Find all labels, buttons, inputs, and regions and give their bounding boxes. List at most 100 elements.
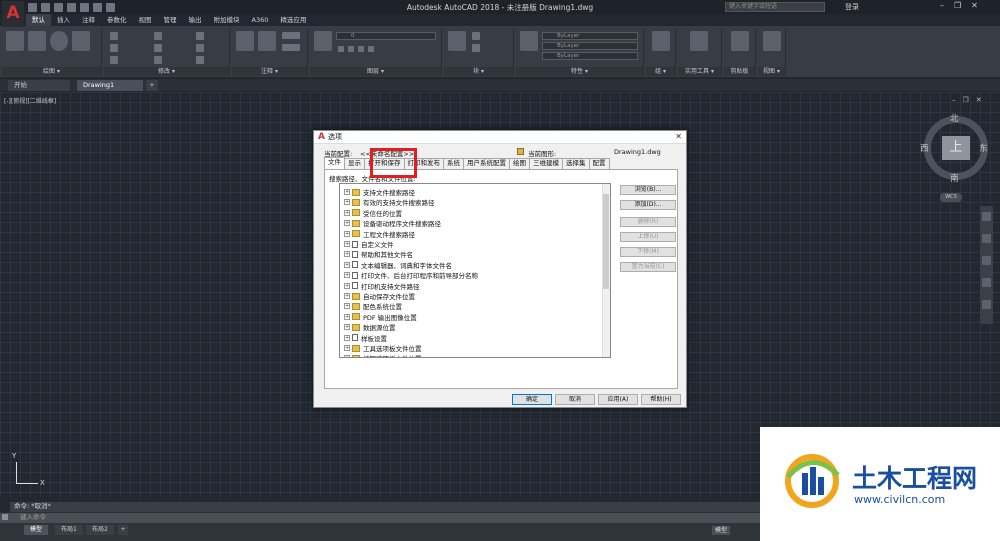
ribbon-tab-featured[interactable]: 精选应用	[274, 14, 312, 26]
tree-scrollbar-thumb[interactable]	[603, 194, 609, 289]
leader-icon[interactable]	[282, 32, 300, 39]
ribbon-tab-insert[interactable]: 插入	[51, 14, 76, 26]
tree-item[interactable]: + 工程文件搜索路径	[344, 229, 415, 239]
tab-3d-modeling[interactable]: 三维建模	[529, 158, 563, 169]
tree-item[interactable]: + 文本编辑器、词典和字体文件名	[344, 260, 452, 270]
tab-drawing1[interactable]: Drawing1	[77, 80, 143, 91]
tree-item[interactable]: + 工具选项板文件位置	[344, 343, 422, 353]
stretch-icon[interactable]	[110, 56, 118, 64]
model-space-toggle[interactable]: 模型	[712, 526, 731, 535]
help-button[interactable]: 帮助(H)	[641, 394, 681, 405]
trim-icon[interactable]	[196, 32, 204, 40]
showmotion-icon[interactable]	[982, 300, 991, 309]
viewport-controls-label[interactable]: [-][俯视][二维线框]	[4, 96, 56, 105]
tree-item[interactable]: + 设备驱动程序文件搜索路径	[344, 218, 441, 228]
layers-panel-label[interactable]: 图层 ▾	[310, 67, 441, 76]
compass-north[interactable]: 北	[950, 112, 959, 124]
drawing-minimize-icon[interactable]: –	[952, 96, 956, 104]
tree-item[interactable]: + 数据源位置	[344, 322, 396, 332]
expand-icon[interactable]: +	[344, 230, 350, 237]
cancel-button[interactable]: 取消	[555, 394, 595, 405]
properties-panel-label[interactable]: 特性 ▾	[516, 67, 643, 76]
close-icon[interactable]: ✕	[971, 1, 978, 10]
tab-display[interactable]: 显示	[344, 158, 365, 169]
pan-icon[interactable]	[982, 234, 991, 243]
tab-system[interactable]: 系统	[443, 158, 464, 169]
expand-icon[interactable]: +	[344, 334, 350, 341]
polyline-icon[interactable]	[28, 31, 46, 51]
command-close-icon[interactable]	[2, 514, 8, 520]
tab-selection[interactable]: 选择集	[562, 158, 590, 169]
ribbon-tab-home[interactable]: 默认	[26, 14, 51, 26]
view-panel-label[interactable]: 视图 ▾	[758, 67, 785, 76]
arc-icon[interactable]	[72, 31, 90, 51]
annotation-panel-label[interactable]: 注释 ▾	[232, 67, 307, 76]
dialog-close-icon[interactable]: ✕	[675, 132, 682, 142]
layer-tool-icon[interactable]	[358, 46, 364, 52]
tab-drafting[interactable]: 绘图	[509, 158, 530, 169]
tree-item[interactable]: + 自动保存文件位置	[344, 291, 415, 301]
remove-button[interactable]: 删除(R)	[620, 217, 676, 227]
layer-tool-icon[interactable]	[368, 46, 374, 52]
edit-block-icon[interactable]	[472, 44, 480, 52]
move-icon[interactable]	[110, 32, 118, 40]
expand-icon[interactable]: +	[344, 293, 350, 299]
paste-icon[interactable]	[731, 31, 749, 51]
tree-item[interactable]: + 打印机支持文件路径	[344, 281, 420, 291]
tree-item[interactable]: + PDF 输出图像位置	[344, 312, 417, 322]
mirror-icon[interactable]	[154, 44, 162, 52]
layer-tool-icon[interactable]	[338, 46, 344, 52]
tab-files[interactable]: 文件	[324, 157, 345, 169]
tree-item[interactable]: + 配色系统位置	[344, 301, 402, 311]
expand-icon[interactable]: +	[344, 209, 350, 216]
ribbon-tab-manage[interactable]: 管理	[158, 14, 183, 26]
expand-icon[interactable]: +	[344, 303, 350, 310]
tree-item[interactable]: + 编写选项板文件位置	[344, 353, 422, 357]
rotate-icon[interactable]	[154, 32, 162, 40]
measure-icon[interactable]	[690, 31, 708, 51]
add-button[interactable]: 添加(D)...	[620, 200, 676, 210]
expand-icon[interactable]: +	[344, 241, 350, 247]
ribbon-tab-annotate[interactable]: 注释	[76, 14, 101, 26]
layer-dropdown[interactable]: 0	[336, 32, 436, 40]
viewcube-top-face[interactable]: 上	[942, 136, 970, 160]
base-view-icon[interactable]	[763, 31, 781, 51]
group-icon[interactable]	[652, 31, 670, 51]
tab-profiles[interactable]: 配置	[588, 158, 610, 169]
move-down-button[interactable]: 下移(M)	[620, 247, 676, 257]
utilities-panel-label[interactable]: 实用工具 ▾	[678, 67, 721, 76]
tree-item[interactable]: + 自定义文件	[344, 239, 394, 249]
autocad-logo-button[interactable]: A	[2, 1, 24, 27]
tab-start[interactable]: 开始	[8, 80, 70, 91]
clipboard-panel-label[interactable]: 剪贴板	[724, 67, 755, 76]
browse-button[interactable]: 浏览(B)...	[620, 185, 676, 195]
steering-wheel-icon[interactable]	[982, 212, 991, 221]
drawing-close-icon[interactable]: ✕	[976, 96, 982, 104]
layer-properties-icon[interactable]	[314, 31, 332, 51]
search-input[interactable]: 键入关键字或短语	[725, 2, 825, 12]
add-layout-button[interactable]: +	[118, 525, 128, 535]
expand-icon[interactable]: +	[344, 220, 350, 227]
circle-icon[interactable]	[50, 31, 68, 51]
maximize-icon[interactable]: ❐	[954, 1, 961, 10]
expand-icon[interactable]: +	[344, 313, 350, 320]
drawing-restore-icon[interactable]: ❐	[963, 96, 969, 104]
login-button[interactable]: 登录	[845, 2, 859, 12]
orbit-icon[interactable]	[982, 278, 991, 287]
layout-tab-model[interactable]: 模型	[24, 525, 49, 535]
expand-icon[interactable]: +	[344, 282, 350, 289]
match-properties-icon[interactable]	[520, 31, 538, 51]
search-paths-tree[interactable]: + 支持文件搜索路径 + 有效的支持文件搜索路径 + 受信任的位置 + 设备驱动程序文件搜索路…	[339, 183, 611, 358]
compass-west[interactable]: 西	[920, 142, 929, 154]
expand-icon[interactable]: +	[344, 261, 350, 268]
draw-panel-label[interactable]: 绘图 ▾	[2, 67, 101, 76]
tree-scrollbar[interactable]	[602, 184, 610, 357]
lineweight-dropdown[interactable]: ByLayer	[542, 52, 638, 60]
linetype-dropdown[interactable]: ByLayer	[542, 42, 638, 50]
expand-icon[interactable]: +	[344, 272, 350, 279]
set-current-button[interactable]: 置为当前(C)	[620, 262, 676, 272]
dialog-title-bar[interactable]: A 选项 ✕	[314, 131, 686, 144]
tree-item[interactable]: + 帮助和其他文件名	[344, 249, 413, 259]
new-tab-button[interactable]: +	[146, 80, 158, 91]
table-icon[interactable]	[282, 44, 300, 51]
